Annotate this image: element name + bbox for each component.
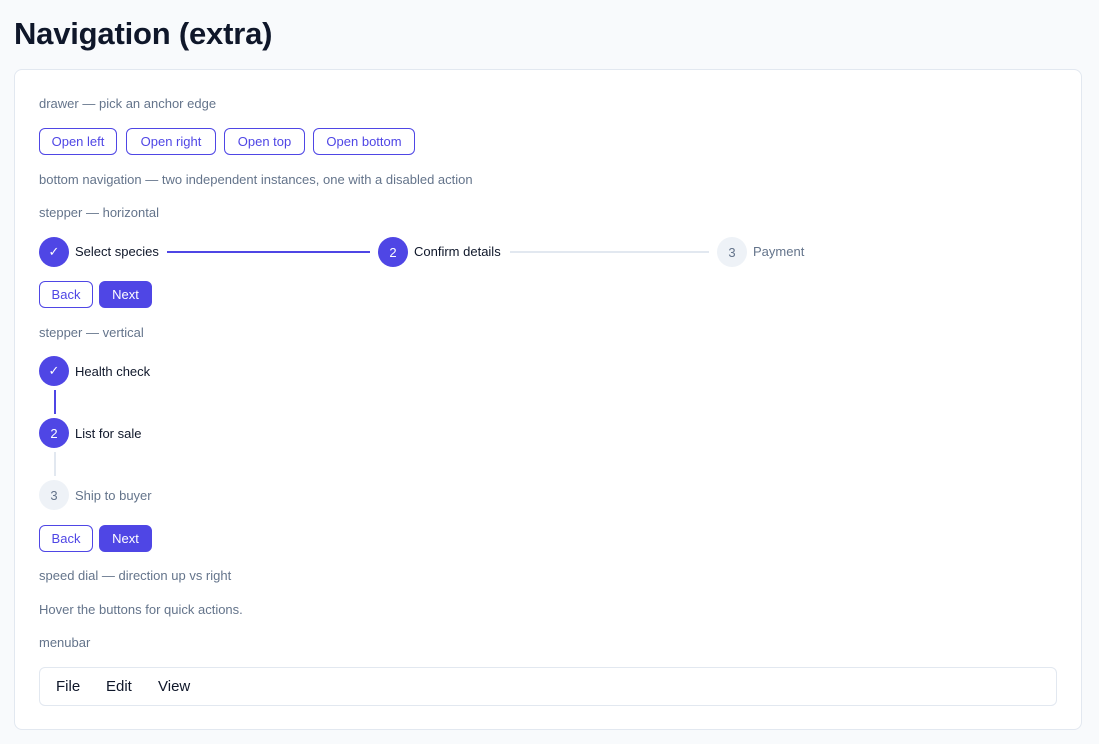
- vertical-back-button[interactable]: Back: [39, 525, 93, 552]
- vertical-next-button[interactable]: Next: [99, 525, 152, 552]
- step-connector-pending: [510, 251, 709, 253]
- step-number-2: 2: [39, 418, 69, 448]
- menu-item-view[interactable]: View: [158, 678, 190, 695]
- step-label-confirm-details: Confirm details: [414, 244, 501, 259]
- speed-dial-hint: Hover the buttons for quick actions.: [39, 602, 243, 617]
- open-top-button[interactable]: Open top: [224, 128, 305, 155]
- menu-item-file[interactable]: File: [56, 678, 80, 695]
- step-number-3: 3: [39, 480, 69, 510]
- speed-dial-section-label: speed dial — direction up vs right: [39, 568, 232, 583]
- step-label-payment: Payment: [753, 244, 805, 259]
- step-label-ship-to-buyer: Ship to buyer: [75, 488, 152, 503]
- horizontal-next-button[interactable]: Next: [99, 281, 152, 308]
- check-icon: ✓: [39, 356, 69, 386]
- step-connector-completed: [167, 251, 370, 253]
- menubar: File Edit View: [39, 667, 1057, 706]
- open-right-button[interactable]: Open right: [126, 128, 216, 155]
- drawer-section-label: drawer — pick an anchor edge: [39, 96, 217, 111]
- vertical-stepper-section-label: stepper — vertical: [39, 325, 144, 340]
- step-connector-pending: [54, 452, 56, 476]
- step-label-health-check: Health check: [75, 364, 151, 379]
- menubar-section-label: menubar: [39, 635, 91, 650]
- step-label-select-species: Select species: [75, 244, 159, 259]
- bottom-navigation-section-label: bottom navigation — two independent inst…: [39, 172, 473, 187]
- step-number-3: 3: [717, 237, 747, 267]
- horizontal-back-button[interactable]: Back: [39, 281, 93, 308]
- step-number-2: 2: [378, 237, 408, 267]
- content-card: drawer — pick an anchor edge Open left O…: [14, 69, 1082, 730]
- menu-item-edit[interactable]: Edit: [106, 678, 132, 695]
- open-bottom-button[interactable]: Open bottom: [313, 128, 415, 155]
- horizontal-stepper-section-label: stepper — horizontal: [39, 205, 159, 220]
- open-left-button[interactable]: Open left: [39, 128, 117, 155]
- step-connector-completed: [54, 390, 56, 414]
- step-label-list-for-sale: List for sale: [75, 426, 142, 441]
- page-title: Navigation (extra): [14, 16, 273, 51]
- check-icon: ✓: [39, 237, 69, 267]
